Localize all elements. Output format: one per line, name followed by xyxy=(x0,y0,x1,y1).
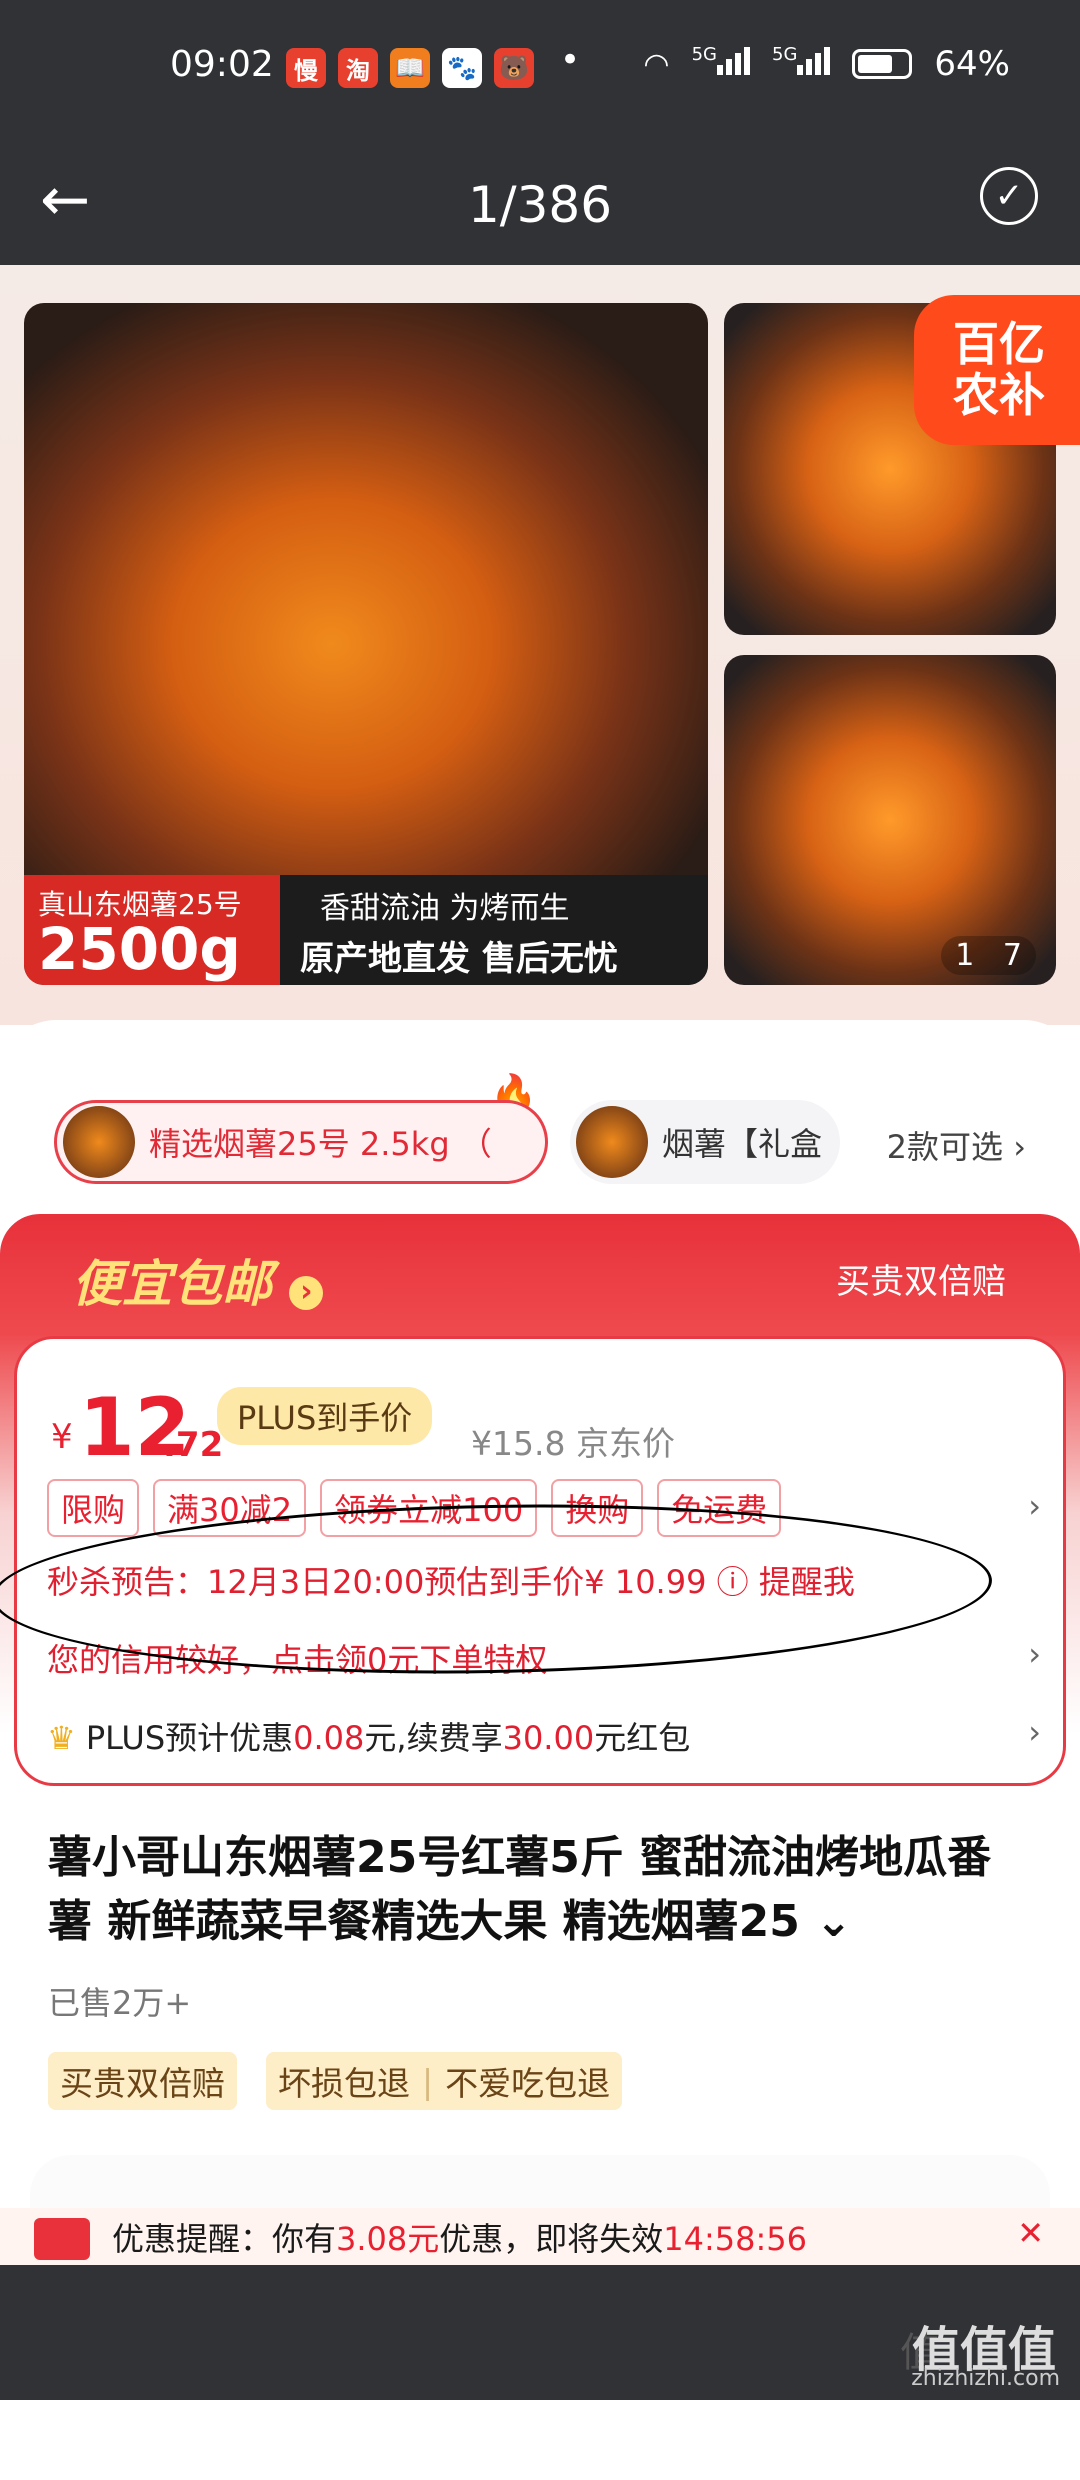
gallery-pager: 1 7 xyxy=(941,936,1036,975)
chevron-right-icon[interactable]: › xyxy=(1028,1713,1041,1751)
jd-price: ¥15.8 京东价 xyxy=(471,1424,675,1463)
price-guarantee[interactable]: 买贵双倍赔 xyxy=(836,1254,1006,1303)
select-check-icon[interactable]: ✓ xyxy=(980,167,1038,225)
more-notifications-dot: • xyxy=(560,40,581,80)
sku-thumb xyxy=(576,1106,648,1178)
sku-option[interactable]: 烟薯【礼盒 xyxy=(570,1100,840,1184)
reader-notification-icon: 📖 xyxy=(390,48,430,88)
sku-label: 烟薯【礼盒 xyxy=(662,1125,823,1163)
banner-weight: 2500g xyxy=(38,915,241,983)
watermark-url: zhizhizhi.com xyxy=(911,2366,1060,2391)
price-currency: ¥ xyxy=(51,1417,73,1457)
sku-label: 精选烟薯25号 2.5kg （ xyxy=(149,1125,492,1163)
chevron-right-icon[interactable]: › xyxy=(1028,1635,1041,1673)
taobao-notification-icon: 淘 xyxy=(338,48,378,88)
promo-tag: 限购 xyxy=(47,1479,140,1537)
baidu-notification-icon: 🐾 xyxy=(442,48,482,88)
battery-icon xyxy=(852,49,913,79)
notice-text: 优惠提醒：你有3.08元优惠，即将失效14:58:56 xyxy=(112,2220,808,2258)
chevron-down-icon[interactable]: ⌄ xyxy=(815,1896,852,1947)
sku-more-button[interactable]: 2款可选 › xyxy=(887,1122,1026,1168)
promo-title[interactable]: 便宜包邮 › xyxy=(72,1244,324,1316)
wifi-icon: ◠ xyxy=(643,46,670,82)
sold-count: 已售2万+ xyxy=(48,1984,192,2022)
status-time: 09:02 xyxy=(170,44,274,85)
plus-offer[interactable]: ♛ PLUS预计优惠0.08元,续费享30.00元红包 xyxy=(47,1713,690,1759)
banner-service: 原产地直发 售后无忧 xyxy=(300,939,618,979)
signal-icon: 5G xyxy=(692,44,751,84)
price-decimal: .72 xyxy=(163,1425,224,1465)
product-gallery[interactable]: 真山东烟薯25号 2500g 香甜流油 为烤而生 原产地直发 售后无忧 1 7 … xyxy=(0,265,1080,1025)
image-banner-left: 真山东烟薯25号 2500g xyxy=(24,875,280,985)
app-notification-icon: 慢 xyxy=(286,48,326,88)
chevron-right-icon[interactable]: › xyxy=(1028,1487,1041,1525)
main-product-image[interactable]: 真山东烟薯25号 2500g 香甜流油 为烤而生 原产地直发 售后无忧 xyxy=(24,303,708,985)
sku-thumb xyxy=(63,1106,135,1178)
thumbnail-image-2[interactable]: 1 7 xyxy=(724,655,1056,985)
plus-price-badge: PLUS到手价 xyxy=(217,1387,433,1445)
status-right: ◠ 5G 5G 64% xyxy=(643,44,1010,84)
image-banner-right: 香甜流油 为烤而生 原产地直发 售后无忧 xyxy=(280,875,708,985)
image-counter: 1/386 xyxy=(467,176,613,234)
subsidy-badge: 百亿 农补 xyxy=(914,295,1080,445)
product-title[interactable]: 薯小哥山东烟薯25号红薯5斤 蜜甜流油烤地瓜番薯 新鲜蔬菜早餐精选大果 精选烟薯… xyxy=(48,1826,1028,1954)
close-icon[interactable]: ✕ xyxy=(1017,2214,1044,2252)
sku-option-selected[interactable]: 精选烟薯25号 2.5kg （ xyxy=(54,1100,548,1184)
coupon-icon xyxy=(34,2218,90,2260)
signal-icon: 5G xyxy=(772,44,831,84)
banner-slogan: 香甜流油 为烤而生 xyxy=(320,891,570,926)
status-bar: 09:02 慢 淘 📖 🐾 🐻 • ◠ 5G 5G 64% xyxy=(0,0,1080,145)
crown-icon: ♛ xyxy=(47,1719,76,1757)
jd-notification-icon: 🐻 xyxy=(494,48,534,88)
battery-percent: 64% xyxy=(934,44,1010,84)
guarantee-badge[interactable]: 买贵双倍赔 xyxy=(48,2052,237,2110)
coupon-expiry-notice[interactable]: 优惠提醒：你有3.08元优惠，即将失效14:58:56 ✕ xyxy=(0,2208,1080,2268)
guarantee-badge[interactable]: 坏损包退 | 不爱吃包退 xyxy=(266,2052,623,2110)
viewer-toolbar: ← 1/386 ✓ xyxy=(0,145,1080,265)
